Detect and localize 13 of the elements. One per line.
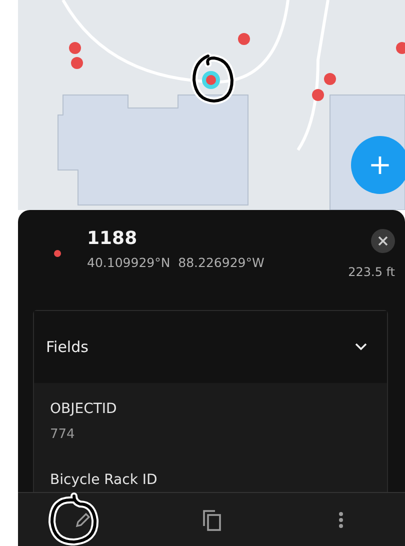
close-button[interactable] [371,229,395,253]
annotation-circle [48,492,100,546]
coordinates: 40.109929°N 88.226929°W [87,255,266,270]
close-icon [377,235,389,247]
field-value: 774 [50,427,76,442]
copy-icon[interactable] [202,508,222,530]
feature-title: 1188 [87,228,138,249]
more-icon[interactable] [338,510,344,528]
field-label: Bicycle Rack ID [50,472,158,488]
pencil-icon[interactable] [74,510,92,528]
field-label: OBJECTID [50,401,118,417]
distance: 223.5 ft [348,265,395,279]
annotation-circle [188,52,238,106]
